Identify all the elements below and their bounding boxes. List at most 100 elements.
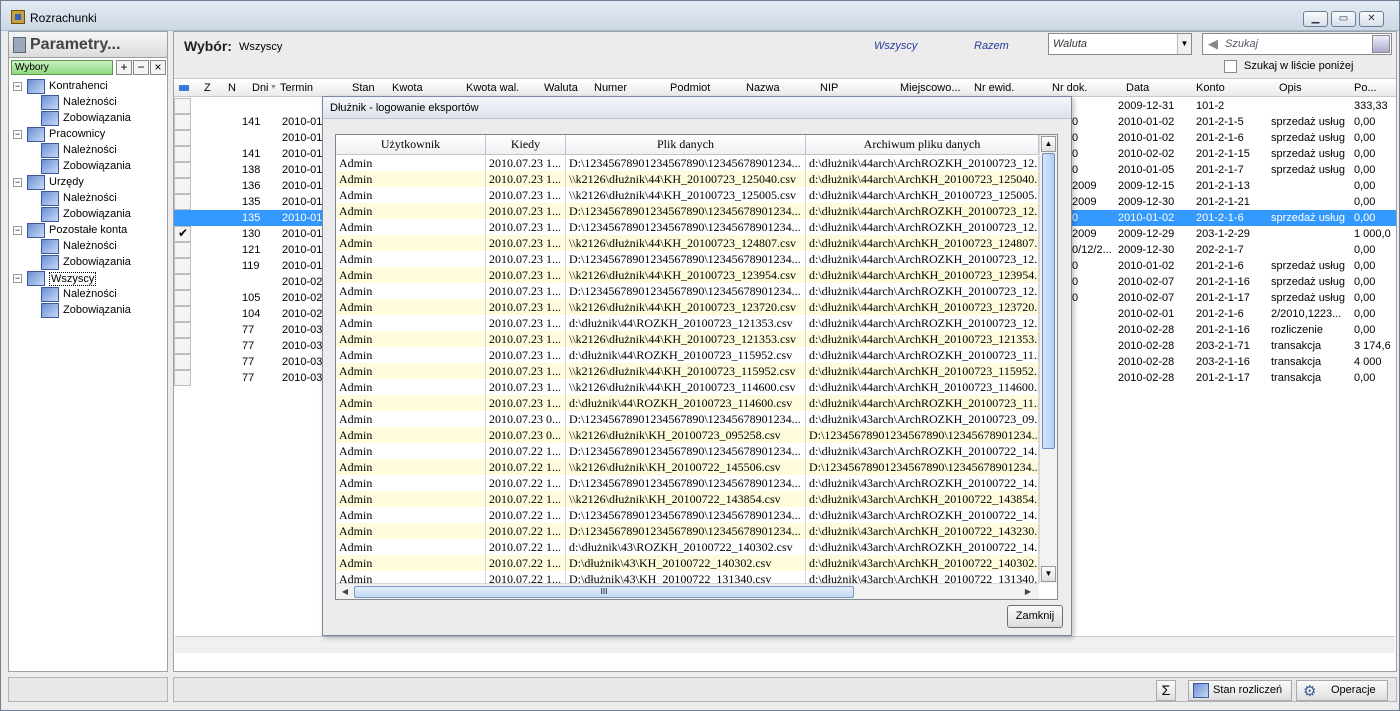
close-button[interactable]: Zamknij [1007, 605, 1063, 628]
dialog-row[interactable]: Admin 2010.07.23 1... D:\12345678901234567… [336, 155, 1039, 171]
scroll-right-icon[interactable]: ▶ [1020, 585, 1036, 599]
dialog-row[interactable]: Admin 2010.07.22 1... D:\12345678901234567… [336, 443, 1039, 459]
close-window-button[interactable]: ✕ [1359, 11, 1384, 27]
dialog-row[interactable]: Admin 2010.07.23 1... \\k2126\dłużnik\44\K… [336, 331, 1039, 347]
column-header[interactable]: Termin [280, 82, 313, 94]
dialog-column-header[interactable]: Archiwum pliku danych [806, 135, 1039, 155]
dialog-row[interactable]: Admin 2010.07.22 1... \\k2126\dłużnik\KH_2… [336, 459, 1039, 475]
parameters-header[interactable]: Parametry... [9, 32, 167, 58]
vertical-scroll-thumb[interactable] [1042, 153, 1055, 449]
search-input[interactable]: Szukaj [1225, 38, 1258, 50]
horizontal-scrollbar[interactable]: ◀ III ▶ [336, 583, 1039, 599]
horizontal-scroll-thumb[interactable]: III [354, 586, 854, 598]
dialog-row[interactable]: Admin 2010.07.23 0... D:\12345678901234567… [336, 411, 1039, 427]
row-selector[interactable] [174, 322, 191, 338]
row-selector[interactable] [174, 354, 191, 370]
back-arrow-icon[interactable]: ◀ [1205, 36, 1221, 52]
column-header[interactable]: Opis [1279, 82, 1302, 94]
row-selector[interactable] [174, 162, 191, 178]
grid-horizontal-scrollbar[interactable] [175, 636, 1395, 653]
maximize-button[interactable]: ▭ [1331, 11, 1356, 27]
row-selector[interactable] [174, 114, 191, 130]
filter-total-link[interactable]: Razem [974, 40, 1009, 52]
column-header[interactable]: Nr ewid. [974, 82, 1014, 94]
row-selector[interactable] [174, 210, 191, 226]
dialog-row[interactable]: Admin 2010.07.22 1... D:\12345678901234567… [336, 475, 1039, 491]
operations-button[interactable]: ⚙ Operacje [1296, 680, 1388, 701]
collapse-icon[interactable]: − [13, 226, 22, 235]
dialog-row[interactable]: Admin 2010.07.23 1... D:\12345678901234567… [336, 203, 1039, 219]
row-selector[interactable] [174, 258, 191, 274]
collapse-icon[interactable]: − [13, 82, 22, 91]
dialog-row[interactable]: Admin 2010.07.23 1... D:\12345678901234567… [336, 283, 1039, 299]
dialog-column-header[interactable]: Plik danych [566, 135, 806, 155]
row-selector[interactable] [174, 146, 191, 162]
collapse-icon[interactable]: − [13, 130, 22, 139]
dialog-row[interactable]: Admin 2010.07.23 1... \\k2126\dłużnik\44\K… [336, 363, 1039, 379]
currency-combo[interactable]: Waluta ▼ [1048, 33, 1192, 55]
dialog-row[interactable]: Admin 2010.07.23 1... d:\dłużnik\44\ROZKH_… [336, 395, 1039, 411]
dialog-row[interactable]: Admin 2010.07.23 1... \\k2126\dłużnik\44\K… [336, 235, 1039, 251]
column-header[interactable]: Waluta [544, 82, 578, 94]
collapse-icon[interactable]: − [13, 178, 22, 187]
row-selector[interactable] [174, 178, 191, 194]
row-selector[interactable] [174, 274, 191, 290]
row-selector[interactable] [174, 98, 191, 114]
chevron-down-icon[interactable]: ▼ [1177, 34, 1191, 54]
column-header[interactable]: Z [204, 82, 211, 94]
settlement-status-button[interactable]: Stan rozliczeń [1188, 680, 1292, 701]
column-header[interactable]: Stan [352, 82, 375, 94]
dialog-row[interactable]: Admin 2010.07.22 1... D:\12345678901234567… [336, 507, 1039, 523]
filter-all-link[interactable]: Wszyscy [874, 40, 917, 52]
dialog-column-header[interactable]: Użytkownik [336, 135, 486, 155]
scroll-down-icon[interactable]: ▼ [1041, 566, 1056, 582]
dialog-row[interactable]: Admin 2010.07.22 1... d:\dłużnik\43\ROZKH_… [336, 539, 1039, 555]
close-selection-button[interactable]: × [150, 60, 166, 75]
column-header[interactable]: Konto [1196, 82, 1225, 94]
column-header[interactable]: Numer [594, 82, 627, 94]
row-selector[interactable] [174, 130, 191, 146]
search-in-list-checkbox[interactable] [1224, 60, 1237, 73]
scroll-left-icon[interactable]: ◀ [337, 585, 353, 599]
column-header[interactable]: Podmiot [670, 82, 710, 94]
dialog-row[interactable]: Admin 2010.07.23 1... D:\12345678901234567… [336, 251, 1039, 267]
column-header[interactable]: Data [1126, 82, 1149, 94]
row-selector[interactable] [174, 194, 191, 210]
scroll-up-icon[interactable]: ▲ [1041, 136, 1056, 152]
column-header[interactable]: Dni [252, 82, 269, 94]
dialog-row[interactable]: Admin 2010.07.22 1... D:\12345678901234567… [336, 523, 1039, 539]
sum-icon[interactable]: Σ [1156, 680, 1176, 701]
dialog-row[interactable]: Admin 2010.07.22 1... D:\dłużnik\43\KH_201… [336, 555, 1039, 571]
dialog-row[interactable]: Admin 2010.07.23 1... \\k2126\dłużnik\44\K… [336, 267, 1039, 283]
add-selection-button[interactable]: + [116, 60, 132, 75]
column-header[interactable]: Po... [1354, 82, 1377, 94]
minimize-button[interactable]: ▁ [1303, 11, 1328, 27]
column-header[interactable]: Miejscowo... [900, 82, 961, 94]
dialog-row[interactable]: Admin 2010.07.23 1... \\k2126\dłużnik\44\K… [336, 299, 1039, 315]
collapse-icon[interactable]: − [13, 274, 22, 283]
row-selector[interactable] [174, 370, 191, 386]
column-header[interactable]: Nr dok. [1052, 82, 1087, 94]
column-header[interactable]: Kwota wal. [466, 82, 519, 94]
dialog-row[interactable]: Admin 2010.07.23 1... d:\dłużnik\44\ROZKH_… [336, 315, 1039, 331]
row-selector[interactable] [174, 242, 191, 258]
column-header[interactable]: NIP [820, 82, 838, 94]
remove-selection-button[interactable]: − [133, 60, 149, 75]
row-selector[interactable] [174, 290, 191, 306]
column-header[interactable]: N [228, 82, 236, 94]
column-header[interactable]: Nazwa [746, 82, 780, 94]
search-go-icon[interactable] [1372, 35, 1390, 53]
column-header[interactable]: Kwota [392, 82, 423, 94]
dialog-column-header[interactable]: Kiedy [486, 135, 566, 155]
select-all-icon[interactable] [179, 85, 189, 91]
row-selector[interactable] [174, 306, 191, 322]
dialog-row[interactable]: Admin 2010.07.23 1... D:\12345678901234567… [336, 219, 1039, 235]
dialog-row[interactable]: Admin 2010.07.23 1... \\k2126\dłużnik\44\K… [336, 171, 1039, 187]
row-selector[interactable] [174, 338, 191, 354]
dialog-row[interactable]: Admin 2010.07.23 1... \\k2126\dłużnik\44\K… [336, 379, 1039, 395]
dialog-row[interactable]: Admin 2010.07.23 1... \\k2126\dłużnik\44\K… [336, 187, 1039, 203]
dialog-row[interactable]: Admin 2010.07.23 0... \\k2126\dłużnik\KH_2… [336, 427, 1039, 443]
dialog-row[interactable]: Admin 2010.07.23 1... d:\dłużnik\44\ROZKH_… [336, 347, 1039, 363]
vertical-scrollbar[interactable]: ▲ ▼ [1039, 135, 1057, 583]
dialog-row[interactable]: Admin 2010.07.22 1... \\k2126\dłużnik\KH_2… [336, 491, 1039, 507]
